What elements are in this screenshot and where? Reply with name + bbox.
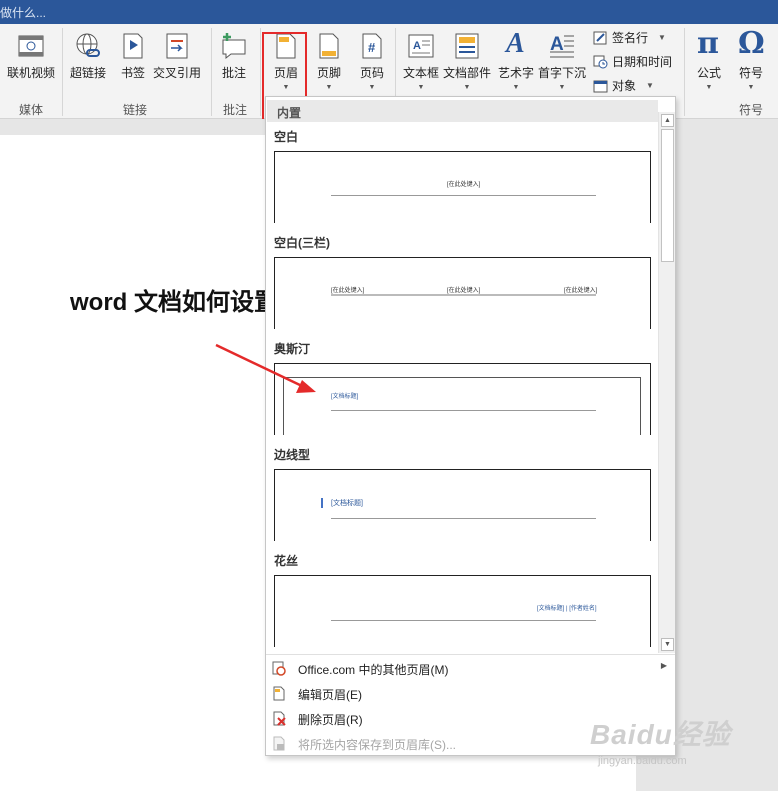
annotation-arrow: [215, 343, 316, 393]
watermark-brand: Baidu经验: [590, 719, 731, 750]
baidu-watermark: Baidu经验 jingyan.baidu.com: [590, 705, 770, 775]
watermark-url: jingyan.baidu.com: [598, 755, 687, 767]
